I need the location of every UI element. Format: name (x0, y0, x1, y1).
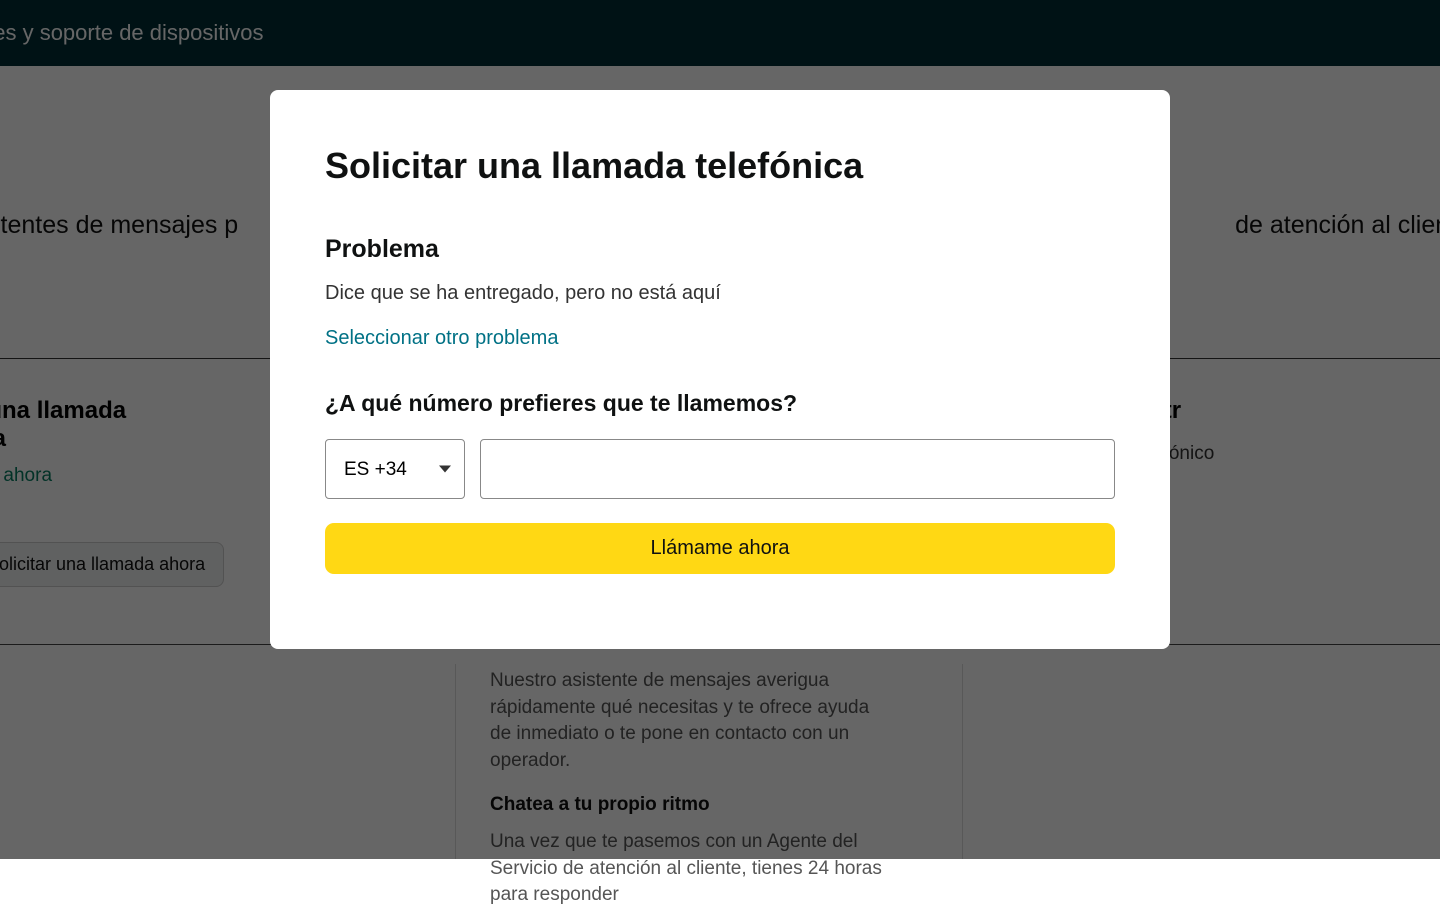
issue-label: Problema (325, 235, 1115, 264)
modal-overlay[interactable]: Solicitar una llamada telefónica Problem… (0, 0, 1440, 859)
modal-title: Solicitar una llamada telefónica (325, 145, 1115, 187)
phone-input-row: ES +34 (325, 439, 1115, 499)
phone-number-input[interactable] (480, 439, 1115, 499)
phone-question: ¿A qué número prefieres que te llamemos? (325, 390, 1115, 417)
country-select-wrap: ES +34 (325, 439, 465, 499)
request-call-modal: Solicitar una llamada telefónica Problem… (270, 90, 1170, 649)
issue-text: Dice que se ha entregado, pero no está a… (325, 282, 1115, 305)
country-code-select[interactable]: ES +34 (325, 439, 465, 499)
call-me-now-button[interactable]: Llámame ahora (325, 523, 1115, 574)
change-issue-link[interactable]: Seleccionar otro problema (325, 327, 558, 350)
